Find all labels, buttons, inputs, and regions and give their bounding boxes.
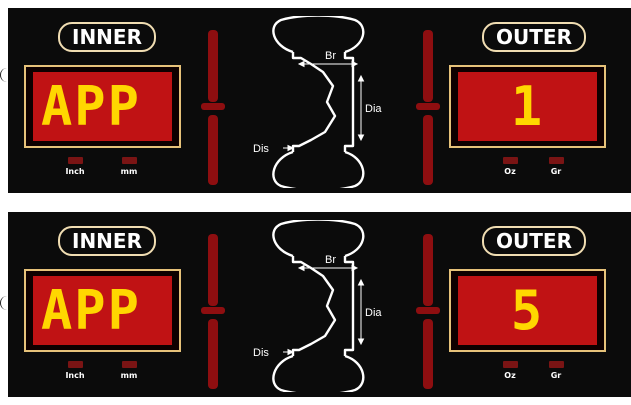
led-indicator xyxy=(121,361,137,368)
unit-led-oz[interactable]: Oz xyxy=(495,361,525,380)
led-label: Inch xyxy=(65,167,85,176)
outer-display-value: 1 xyxy=(510,75,545,138)
inner-display-value: APP xyxy=(41,279,141,342)
led-indicator xyxy=(548,157,564,164)
bar-segment-upper xyxy=(423,30,433,102)
led-indicator xyxy=(548,361,564,368)
bar-segment-upper xyxy=(208,234,218,306)
bar-segment-lower xyxy=(423,319,433,389)
led-label: Oz xyxy=(504,167,516,176)
dimension-arrows xyxy=(283,264,365,356)
led-label: Gr xyxy=(550,167,562,176)
led-label: Gr xyxy=(550,371,562,380)
inner-display-value: APP xyxy=(41,75,141,138)
unit-led-mm[interactable]: mm xyxy=(114,361,144,380)
led-indicator xyxy=(502,361,518,368)
wheel-profile-icon xyxy=(272,16,365,188)
wheel-label-dia: Dia xyxy=(365,307,382,319)
wheel-label-dis: Dis xyxy=(253,143,269,155)
outer-label-pill: OUTER xyxy=(482,22,586,52)
outer-display: 5 xyxy=(449,269,606,352)
wheel-profile-icon xyxy=(272,220,365,392)
bar-segment-lower xyxy=(208,115,218,185)
bar-segment-lower xyxy=(423,115,433,185)
unit-led-mm[interactable]: mm xyxy=(114,157,144,176)
bar-center-marker xyxy=(416,307,440,314)
connector-curl-bottom xyxy=(0,296,13,310)
led-indicator xyxy=(502,157,518,164)
unit-led-inch[interactable]: Inch xyxy=(60,157,90,176)
balancer-panel-top: INNER OUTER APP 1 Inch mm Oz Gr Br Dia D… xyxy=(8,8,631,193)
inner-label-pill: INNER xyxy=(58,226,156,256)
led-label: mm xyxy=(120,167,138,176)
outer-display: 1 xyxy=(449,65,606,148)
outer-display-screen: 5 xyxy=(458,276,597,345)
led-indicator xyxy=(121,157,137,164)
led-indicator xyxy=(67,361,83,368)
balancer-panel-bottom: INNER OUTER APP 5 Inch mm Oz Gr Br Dia D… xyxy=(8,212,631,397)
dimension-arrows xyxy=(283,60,365,152)
bar-segment-lower xyxy=(208,319,218,389)
led-label: mm xyxy=(120,371,138,380)
wheel-diagram: Br Dia Dis xyxy=(253,16,382,188)
unit-led-gr[interactable]: Gr xyxy=(541,157,571,176)
outer-label-pill: OUTER xyxy=(482,226,586,256)
outer-display-value: 5 xyxy=(510,279,545,342)
inner-label-pill: INNER xyxy=(58,22,156,52)
wheel-diagram: Br Dia Dis xyxy=(253,220,382,392)
led-indicator xyxy=(67,157,83,164)
bar-center-marker xyxy=(201,307,225,314)
inner-display: APP xyxy=(24,65,181,148)
wheel-label-br: Br xyxy=(325,254,336,266)
wheel-label-br: Br xyxy=(325,50,336,62)
inner-display: APP xyxy=(24,269,181,352)
wheel-label-dis: Dis xyxy=(253,347,269,359)
connector-curl-top xyxy=(0,68,13,82)
inner-display-screen: APP xyxy=(33,276,172,345)
bar-segment-upper xyxy=(208,30,218,102)
led-label: Oz xyxy=(504,371,516,380)
bar-center-marker xyxy=(416,103,440,110)
unit-led-inch[interactable]: Inch xyxy=(60,361,90,380)
unit-led-oz[interactable]: Oz xyxy=(495,157,525,176)
wheel-label-dia: Dia xyxy=(365,103,382,115)
outer-display-screen: 1 xyxy=(458,72,597,141)
led-label: Inch xyxy=(65,371,85,380)
bar-center-marker xyxy=(201,103,225,110)
unit-led-gr[interactable]: Gr xyxy=(541,361,571,380)
bar-segment-upper xyxy=(423,234,433,306)
inner-display-screen: APP xyxy=(33,72,172,141)
